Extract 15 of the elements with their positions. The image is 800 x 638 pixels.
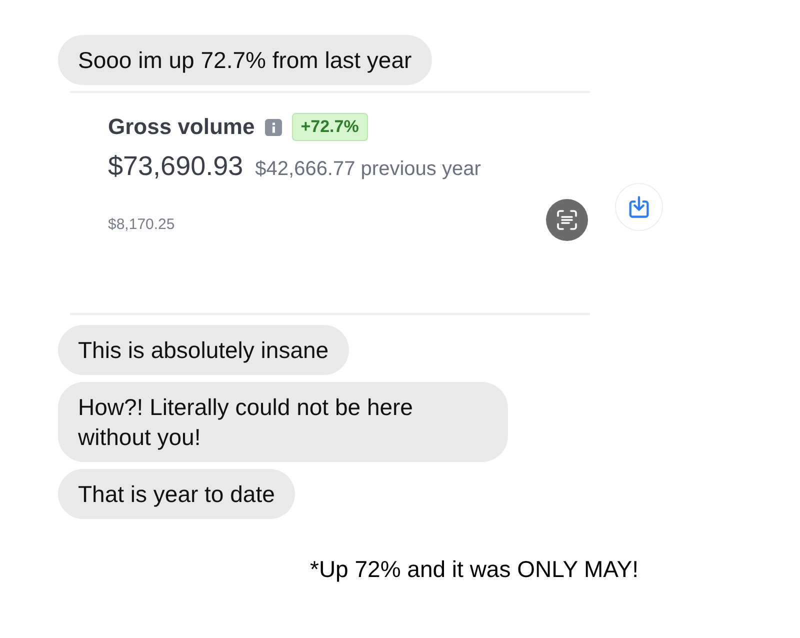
info-icon[interactable]	[264, 118, 282, 136]
caption-text: *Up 72% and it was ONLY MAY!	[310, 556, 639, 583]
message-bubble: How?! Literally could not be here without you!	[58, 382, 508, 462]
scan-text-icon	[555, 208, 579, 232]
save-button[interactable]	[615, 183, 663, 231]
message-bubble: That is year to date	[58, 469, 295, 519]
previous-value: $42,666.77 previous year	[255, 158, 481, 181]
scan-text-button[interactable]	[546, 199, 588, 241]
download-icon	[626, 194, 652, 220]
amount-value: $73,690.93	[108, 151, 244, 182]
message-bubble: This is absolutely insane	[58, 325, 349, 375]
card-title: Gross volume	[108, 114, 255, 140]
footer-value: $8,170.25	[108, 216, 176, 233]
change-badge: +72.7%	[292, 113, 368, 141]
message-bubble: Sooo im up 72.7% from last year	[58, 35, 432, 85]
